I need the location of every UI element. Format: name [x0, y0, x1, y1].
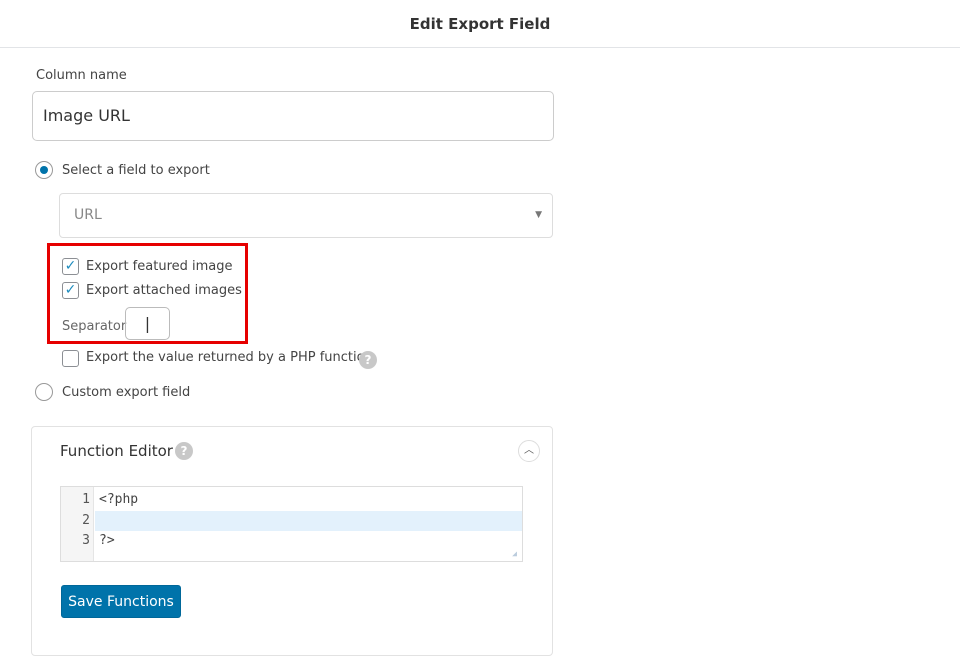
php-function-checkbox[interactable] — [62, 350, 79, 367]
code-line: <?php — [99, 492, 139, 507]
custom-field-label: Custom export field — [62, 385, 191, 400]
line-number: 2 — [82, 513, 90, 528]
php-function-label: Export the value returned by a PHP funct… — [86, 350, 373, 365]
help-icon[interactable]: ? — [175, 442, 193, 460]
help-icon[interactable]: ? — [359, 351, 377, 369]
export-featured-label: Export featured image — [86, 259, 233, 274]
field-select-value: URL — [74, 207, 102, 223]
active-line — [95, 511, 522, 531]
select-field-radio[interactable] — [35, 161, 53, 179]
code-line: ?> — [99, 533, 115, 548]
line-number: 3 — [82, 533, 90, 548]
export-attached-checkbox[interactable]: ✓ — [62, 282, 79, 299]
column-name-input[interactable]: Image URL — [32, 91, 554, 141]
export-attached-label: Export attached images — [86, 283, 242, 298]
separator-label: Separator — [62, 319, 127, 334]
export-featured-checkbox[interactable]: ✓ — [62, 258, 79, 275]
field-select[interactable]: URL ▼ — [59, 193, 553, 238]
custom-field-radio[interactable] — [35, 383, 53, 401]
save-functions-button[interactable]: Save Functions — [61, 585, 181, 618]
function-editor-title: Function Editor — [60, 442, 173, 460]
select-field-label: Select a field to export — [62, 163, 210, 178]
dialog-title: Edit Export Field — [0, 0, 960, 48]
code-editor[interactable]: 1 2 3 <?php ?> ◢ — [60, 486, 523, 562]
chevron-up-icon[interactable]: ︿ — [518, 440, 540, 462]
line-number: 1 — [82, 492, 90, 507]
separator-input[interactable]: | — [125, 307, 170, 340]
resize-handle-icon[interactable]: ◢ — [512, 549, 517, 558]
chevron-down-icon: ▼ — [535, 210, 542, 220]
column-name-label: Column name — [36, 68, 127, 83]
